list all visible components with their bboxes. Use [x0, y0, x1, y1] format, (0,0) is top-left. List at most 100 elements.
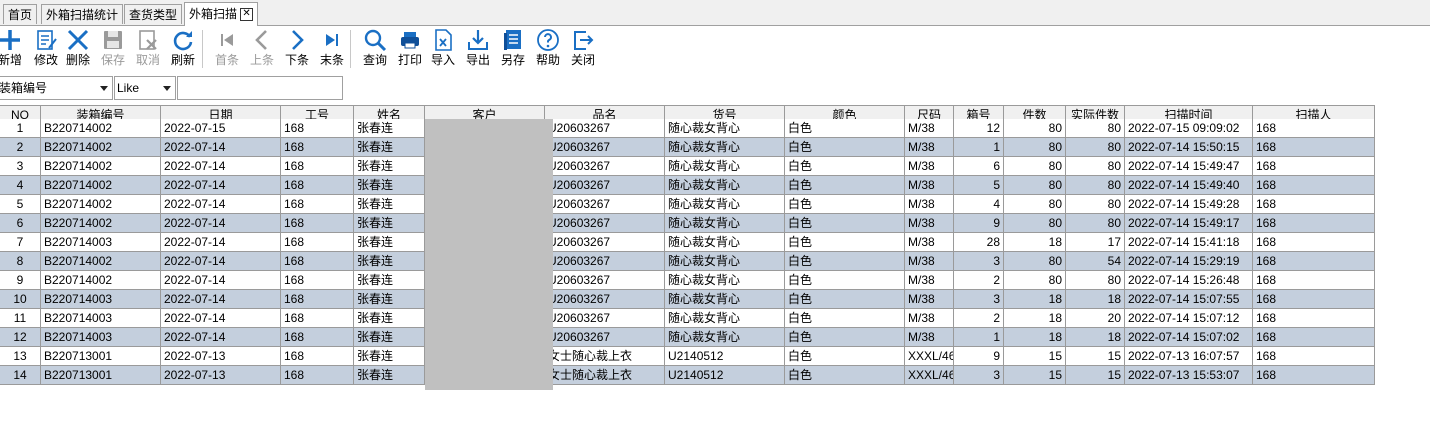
table-cell[interactable]: 28 [954, 233, 1004, 252]
table-cell[interactable]: 168 [281, 233, 354, 252]
table-cell[interactable]: 168 [1253, 252, 1375, 271]
table-cell[interactable]: U20603267 [545, 176, 665, 195]
table-cell[interactable]: 2022-07-13 15:53:07 [1125, 366, 1253, 385]
table-cell[interactable]: M/38 [905, 195, 954, 214]
table-cell[interactable]: U20603267 [545, 309, 665, 328]
table-cell[interactable]: U20603267 [545, 290, 665, 309]
table-cell[interactable]: U20603267 [545, 157, 665, 176]
table-cell[interactable]: 白色 [785, 271, 905, 290]
table-cell[interactable]: M/38 [905, 176, 954, 195]
table-cell[interactable]: 2022-07-14 15:49:17 [1125, 214, 1253, 233]
table-cell[interactable]: 11 [0, 309, 41, 328]
toolbar-button-previous-record[interactable]: 上条 [244, 26, 280, 72]
table-cell[interactable]: 张春连 [354, 366, 425, 385]
table-cell[interactable]: 张春连 [354, 195, 425, 214]
table-cell[interactable]: 168 [281, 138, 354, 157]
table-cell[interactable]: 2022-07-14 [161, 290, 281, 309]
table-cell[interactable]: 12 [0, 328, 41, 347]
table-cell[interactable]: 张春连 [354, 176, 425, 195]
table-cell[interactable]: 白色 [785, 366, 905, 385]
table-cell[interactable]: XXXL/46 [905, 366, 954, 385]
tab-close-icon[interactable]: ✕ [240, 8, 254, 22]
table-cell[interactable]: 随心裁女背心 [665, 290, 785, 309]
toolbar-button-import-excel[interactable]: 导入 [425, 26, 461, 72]
table-cell[interactable]: 白色 [785, 328, 905, 347]
table-cell[interactable]: 9 [954, 347, 1004, 366]
table-cell[interactable]: 白色 [785, 138, 905, 157]
toolbar-button-edit-document[interactable]: 修改 [28, 26, 64, 72]
table-cell[interactable]: XXXL/46 [905, 347, 954, 366]
table-cell[interactable]: B220714003 [41, 290, 161, 309]
table-cell[interactable]: 2022-07-14 15:07:02 [1125, 328, 1253, 347]
table-cell[interactable]: 2 [0, 138, 41, 157]
table-cell[interactable]: U20603267 [545, 252, 665, 271]
table-cell[interactable]: 168 [1253, 366, 1375, 385]
table-cell[interactable]: 168 [281, 290, 354, 309]
table-cell[interactable]: 张春连 [354, 328, 425, 347]
table-cell[interactable]: 张春连 [354, 214, 425, 233]
table-cell[interactable]: 随心裁女背心 [665, 271, 785, 290]
table-cell[interactable]: 2022-07-14 15:07:12 [1125, 309, 1253, 328]
table-cell[interactable]: 168 [1253, 233, 1375, 252]
table-cell[interactable]: 80 [1004, 119, 1066, 138]
filter-value-input[interactable] [177, 76, 343, 100]
table-cell[interactable]: 18 [1004, 290, 1066, 309]
table-cell[interactable]: M/38 [905, 233, 954, 252]
toolbar-button-cancel-document[interactable]: 取消 [130, 26, 166, 72]
table-cell[interactable]: 女士随心裁上衣 [545, 347, 665, 366]
table-cell[interactable]: 168 [281, 271, 354, 290]
table-cell[interactable]: B220714002 [41, 157, 161, 176]
table-cell[interactable]: 15 [1004, 366, 1066, 385]
tab-carton-scan-stats[interactable]: 外箱扫描统计 [41, 4, 124, 24]
table-cell[interactable]: 白色 [785, 157, 905, 176]
table-cell[interactable]: 2022-07-14 [161, 233, 281, 252]
table-cell[interactable]: 168 [1253, 176, 1375, 195]
table-cell[interactable]: 张春连 [354, 271, 425, 290]
table-cell[interactable]: 6 [0, 214, 41, 233]
table-cell[interactable]: 2022-07-14 15:49:28 [1125, 195, 1253, 214]
table-cell[interactable]: 随心裁女背心 [665, 309, 785, 328]
toolbar-button-last-record[interactable]: 末条 [314, 26, 350, 72]
table-cell[interactable]: 随心裁女背心 [665, 195, 785, 214]
table-cell[interactable]: 2022-07-14 [161, 195, 281, 214]
table-cell[interactable]: 12 [954, 119, 1004, 138]
table-cell[interactable]: 随心裁女背心 [665, 157, 785, 176]
table-cell[interactable]: 白色 [785, 119, 905, 138]
table-cell[interactable]: 3 [954, 252, 1004, 271]
table-cell[interactable]: M/38 [905, 119, 954, 138]
filter-field-select[interactable]: 装箱编号 [0, 76, 113, 100]
table-cell[interactable]: 随心裁女背心 [665, 176, 785, 195]
table-cell[interactable]: 80 [1066, 214, 1125, 233]
table-cell[interactable]: 1 [954, 138, 1004, 157]
table-cell[interactable]: 80 [1066, 119, 1125, 138]
toolbar-button-first-record[interactable]: 首条 [209, 26, 245, 72]
table-cell[interactable]: 7 [0, 233, 41, 252]
table-cell[interactable]: 168 [1253, 309, 1375, 328]
table-cell[interactable]: M/38 [905, 252, 954, 271]
table-cell[interactable]: U20603267 [545, 233, 665, 252]
table-cell[interactable]: 80 [1066, 271, 1125, 290]
table-cell[interactable]: 20 [1066, 309, 1125, 328]
toolbar-button-save-disk[interactable]: 保存 [95, 26, 131, 72]
table-cell[interactable]: 2022-07-14 [161, 176, 281, 195]
table-cell[interactable]: U2140512 [665, 366, 785, 385]
toolbar-button-refresh[interactable]: 刷新 [165, 26, 201, 72]
table-cell[interactable]: 15 [1066, 347, 1125, 366]
table-cell[interactable]: 4 [954, 195, 1004, 214]
table-cell[interactable]: 白色 [785, 176, 905, 195]
table-cell[interactable]: B220714002 [41, 252, 161, 271]
table-cell[interactable]: 80 [1004, 271, 1066, 290]
table-cell[interactable]: 2022-07-14 [161, 271, 281, 290]
table-cell[interactable]: 张春连 [354, 233, 425, 252]
table-cell[interactable]: 8 [0, 252, 41, 271]
table-cell[interactable]: 2022-07-15 [161, 119, 281, 138]
table-cell[interactable]: 白色 [785, 309, 905, 328]
table-cell[interactable]: 2 [954, 309, 1004, 328]
table-cell[interactable]: 张春连 [354, 309, 425, 328]
table-cell[interactable]: 2022-07-13 [161, 366, 281, 385]
table-cell[interactable]: 168 [281, 195, 354, 214]
table-cell[interactable]: 10 [0, 290, 41, 309]
table-cell[interactable]: 张春连 [354, 138, 425, 157]
table-cell[interactable]: 随心裁女背心 [665, 138, 785, 157]
table-cell[interactable]: 80 [1004, 138, 1066, 157]
